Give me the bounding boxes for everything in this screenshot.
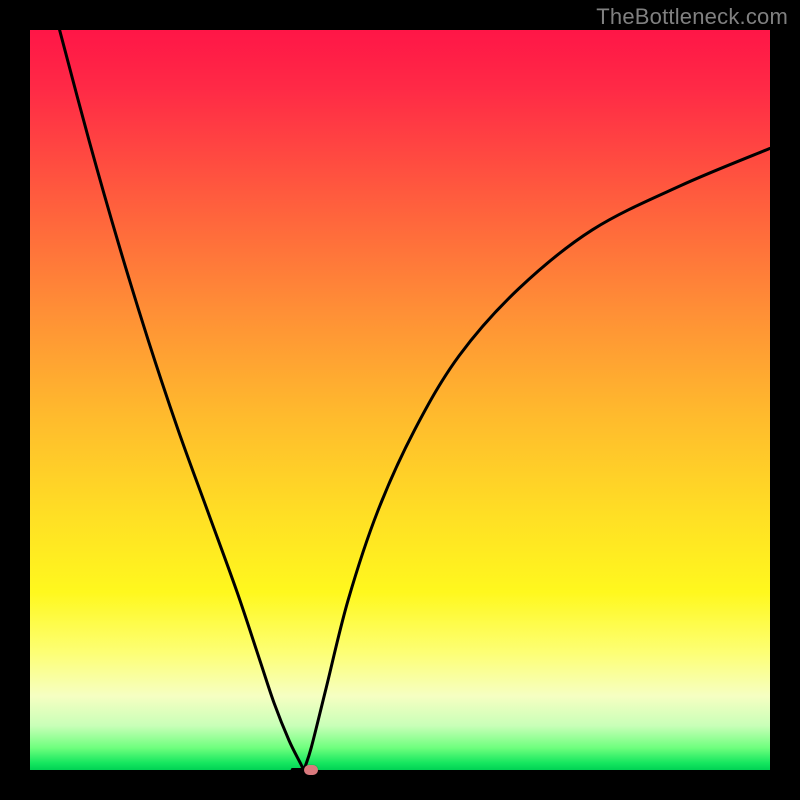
bottleneck-curve: [30, 30, 770, 770]
chart-frame: TheBottleneck.com: [0, 0, 800, 800]
vertex-marker: [304, 765, 318, 775]
watermark-text: TheBottleneck.com: [596, 4, 788, 30]
curve-right-branch: [304, 148, 770, 770]
plot-area: [30, 30, 770, 770]
curve-left-branch: [60, 30, 304, 770]
